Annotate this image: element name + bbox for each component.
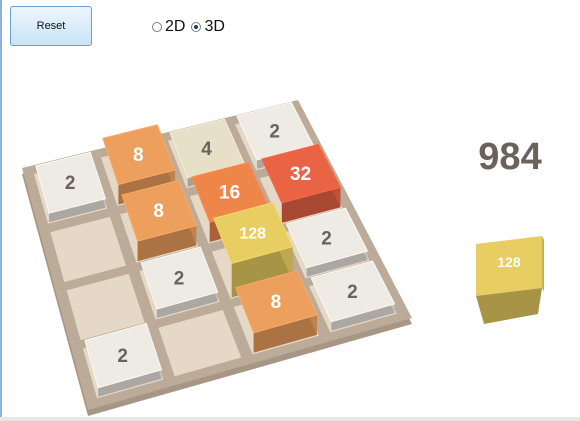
tile-label: 2 — [347, 282, 358, 303]
tile-label: 8 — [271, 292, 282, 313]
tile-label: 2 — [321, 228, 332, 249]
tile-label: 128 — [239, 225, 266, 242]
next-tile-label: 128 — [497, 254, 521, 270]
game-board: 2 8 4 2 8 16 32 2 128 2 2 8 2 128 — [22, 100, 544, 416]
tile-label: 32 — [290, 164, 311, 185]
tile-label: 8 — [133, 145, 144, 166]
tile-label: 2 — [174, 268, 185, 289]
tile-label: 2 — [117, 346, 128, 367]
score-display: 984 — [478, 136, 542, 178]
tile-label: 2 — [269, 122, 280, 143]
tile-label: 16 — [219, 183, 240, 204]
tile-label: 8 — [153, 201, 164, 222]
next-tile-preview: 128 — [476, 236, 544, 324]
tile-label: 4 — [201, 139, 212, 160]
bottom-border — [0, 417, 580, 421]
tile-label: 2 — [65, 173, 76, 194]
